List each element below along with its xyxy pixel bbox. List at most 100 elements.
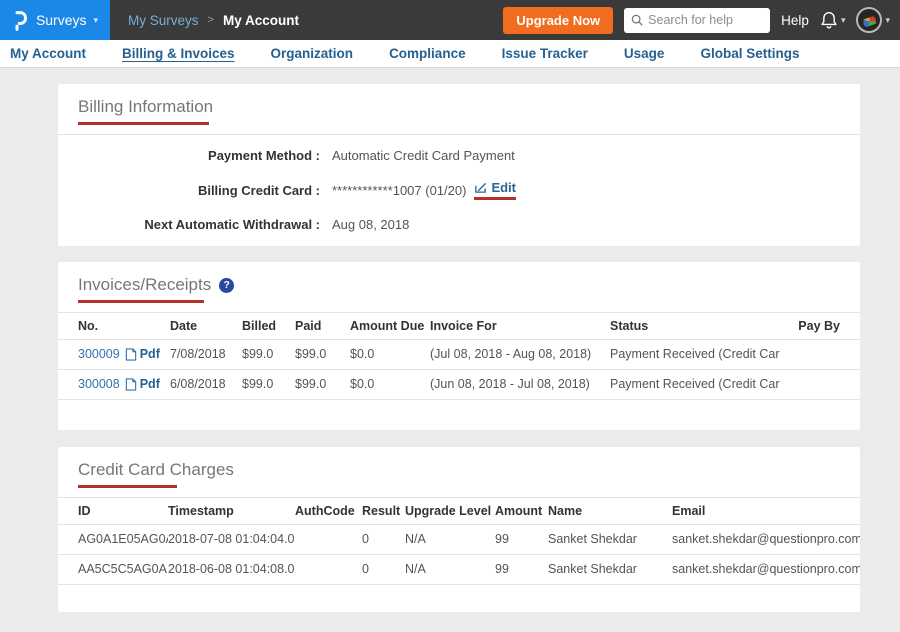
payment-method-label: Payment Method :	[78, 148, 320, 163]
tab-issue-tracker[interactable]: Issue Tracker	[502, 46, 588, 61]
tab-usage[interactable]: Usage	[624, 46, 665, 61]
charge-timestamp: 2018-06-08 01:04:08.0	[168, 554, 295, 584]
top-header-bar: Surveys ▾ My Surveys > My Account Upgrad…	[0, 0, 900, 40]
chevron-down-icon: ▾	[885, 16, 890, 25]
pdf-label: Pdf	[140, 347, 160, 361]
col-billed: Billed	[242, 313, 295, 339]
invoice-status: Payment Received (Credit Card)	[610, 369, 780, 399]
edit-label: Edit	[491, 180, 516, 195]
pdf-label: Pdf	[140, 377, 160, 391]
tab-billing-invoices[interactable]: Billing & Invoices	[122, 46, 235, 61]
credit-card-charges-panel: Credit Card Charges ID Timestamp AuthCod…	[58, 447, 860, 612]
questionpro-logo-icon	[12, 9, 29, 31]
invoice-pdf-link[interactable]: Pdf	[125, 347, 160, 361]
invoice-pay-by	[780, 369, 860, 399]
invoice-date: 7/08/2018	[170, 339, 242, 369]
help-icon[interactable]: ?	[219, 278, 234, 293]
col-timestamp: Timestamp	[168, 498, 295, 524]
invoice-number-link[interactable]: 300008	[78, 377, 120, 391]
charge-email: sanket.shekdar@questionpro.com	[672, 554, 860, 584]
charge-row: AA5C5C5AG0A 2018-06-08 01:04:08.0 0 N/A …	[58, 554, 860, 584]
billing-details: Payment Method : Automatic Credit Card P…	[58, 135, 860, 232]
pdf-document-icon	[125, 378, 137, 391]
charge-id: AG0A1E05AG0A	[58, 524, 168, 554]
product-switcher[interactable]: Surveys ▾	[0, 0, 110, 40]
pdf-document-icon	[125, 348, 137, 361]
invoice-number-link[interactable]: 300009	[78, 347, 120, 361]
breadcrumb: My Surveys > My Account	[128, 13, 299, 28]
invoice-paid: $99.0	[295, 339, 350, 369]
tab-my-account[interactable]: My Account	[10, 46, 86, 61]
charges-table: ID Timestamp AuthCode Result Upgrade Lev…	[58, 498, 860, 585]
col-no: No.	[58, 313, 170, 339]
notifications-menu[interactable]: ▾	[820, 11, 846, 30]
account-menu[interactable]: ▾	[856, 7, 890, 33]
charge-result: 0	[362, 554, 405, 584]
breadcrumb-my-surveys[interactable]: My Surveys	[128, 13, 199, 28]
next-withdrawal-value: Aug 08, 2018	[332, 217, 409, 232]
tab-organization[interactable]: Organization	[271, 46, 354, 61]
charge-name: Sanket Shekdar	[548, 524, 672, 554]
invoices-receipts-panel: Invoices/Receipts ? No. Date Billed Paid…	[58, 262, 860, 430]
invoice-period: (Jun 08, 2018 - Jul 08, 2018)	[430, 369, 610, 399]
col-authcode: AuthCode	[295, 498, 362, 524]
masked-card-number: ************1007 (01/20)	[332, 183, 466, 198]
col-paid: Paid	[295, 313, 350, 339]
help-menu[interactable]: Help	[781, 13, 809, 28]
search-input[interactable]	[648, 13, 758, 27]
charge-amount: 99	[495, 524, 548, 554]
invoice-paid: $99.0	[295, 369, 350, 399]
billing-credit-card-label: Billing Credit Card :	[78, 183, 320, 198]
tab-global-settings[interactable]: Global Settings	[700, 46, 799, 61]
search-icon	[631, 14, 643, 26]
bell-icon	[820, 11, 838, 30]
next-withdrawal-label: Next Automatic Withdrawal :	[78, 217, 320, 232]
invoice-amount-due: $0.0	[350, 369, 430, 399]
charge-amount: 99	[495, 554, 548, 584]
next-withdrawal-row: Next Automatic Withdrawal : Aug 08, 2018	[78, 217, 840, 232]
col-result: Result	[362, 498, 405, 524]
invoice-date: 6/08/2018	[170, 369, 242, 399]
charge-name: Sanket Shekdar	[548, 554, 672, 584]
invoices-table: No. Date Billed Paid Amount Due Invoice …	[58, 313, 860, 400]
col-date: Date	[170, 313, 242, 339]
col-upgrade-level: Upgrade Level	[405, 498, 495, 524]
billing-credit-card-value: ************1007 (01/20) Edit	[332, 180, 516, 200]
edit-card-link[interactable]: Edit	[474, 180, 516, 195]
charge-upgrade-level: N/A	[405, 554, 495, 584]
breadcrumb-current-page: My Account	[223, 13, 299, 28]
payment-method-row: Payment Method : Automatic Credit Card P…	[78, 148, 840, 163]
invoices-receipts-title: Invoices/Receipts ?	[78, 275, 234, 295]
col-id: ID	[58, 498, 168, 524]
invoices-header-row: No. Date Billed Paid Amount Due Invoice …	[58, 313, 860, 339]
billing-information-header: Billing Information	[58, 84, 860, 135]
title-accent-underline	[78, 485, 177, 488]
charge-authcode	[295, 524, 362, 554]
credit-card-charges-title: Credit Card Charges	[78, 460, 234, 480]
invoice-row: 300008 Pdf 6/08/2018 $99.0 $99.0 $0.0 (J…	[58, 369, 860, 399]
title-accent-underline	[78, 300, 204, 303]
invoice-pdf-link[interactable]: Pdf	[125, 377, 160, 391]
invoice-billed: $99.0	[242, 369, 295, 399]
product-name: Surveys	[36, 12, 87, 28]
upgrade-now-button[interactable]: Upgrade Now	[503, 7, 613, 34]
chevron-down-icon: ▾	[841, 16, 846, 25]
billing-credit-card-row: Billing Credit Card : ************1007 (…	[78, 180, 840, 200]
charge-timestamp: 2018-07-08 01:04:04.0	[168, 524, 295, 554]
invoice-amount-due: $0.0	[350, 339, 430, 369]
edit-pencil-icon	[474, 181, 487, 194]
invoice-billed: $99.0	[242, 339, 295, 369]
chevron-down-icon: ▾	[94, 16, 99, 25]
col-invoice-for: Invoice For	[430, 313, 610, 339]
col-amount-due: Amount Due	[350, 313, 430, 339]
charge-email: sanket.shekdar@questionpro.com	[672, 524, 860, 554]
charge-result: 0	[362, 524, 405, 554]
billing-information-panel: Billing Information Payment Method : Aut…	[58, 84, 860, 246]
avatar	[856, 7, 882, 33]
help-search-box[interactable]	[624, 8, 770, 33]
col-amount: Amount	[495, 498, 548, 524]
tab-compliance[interactable]: Compliance	[389, 46, 466, 61]
invoices-receipts-header: Invoices/Receipts ?	[58, 262, 860, 313]
col-status: Status	[610, 313, 780, 339]
breadcrumb-separator-icon: >	[208, 14, 214, 26]
